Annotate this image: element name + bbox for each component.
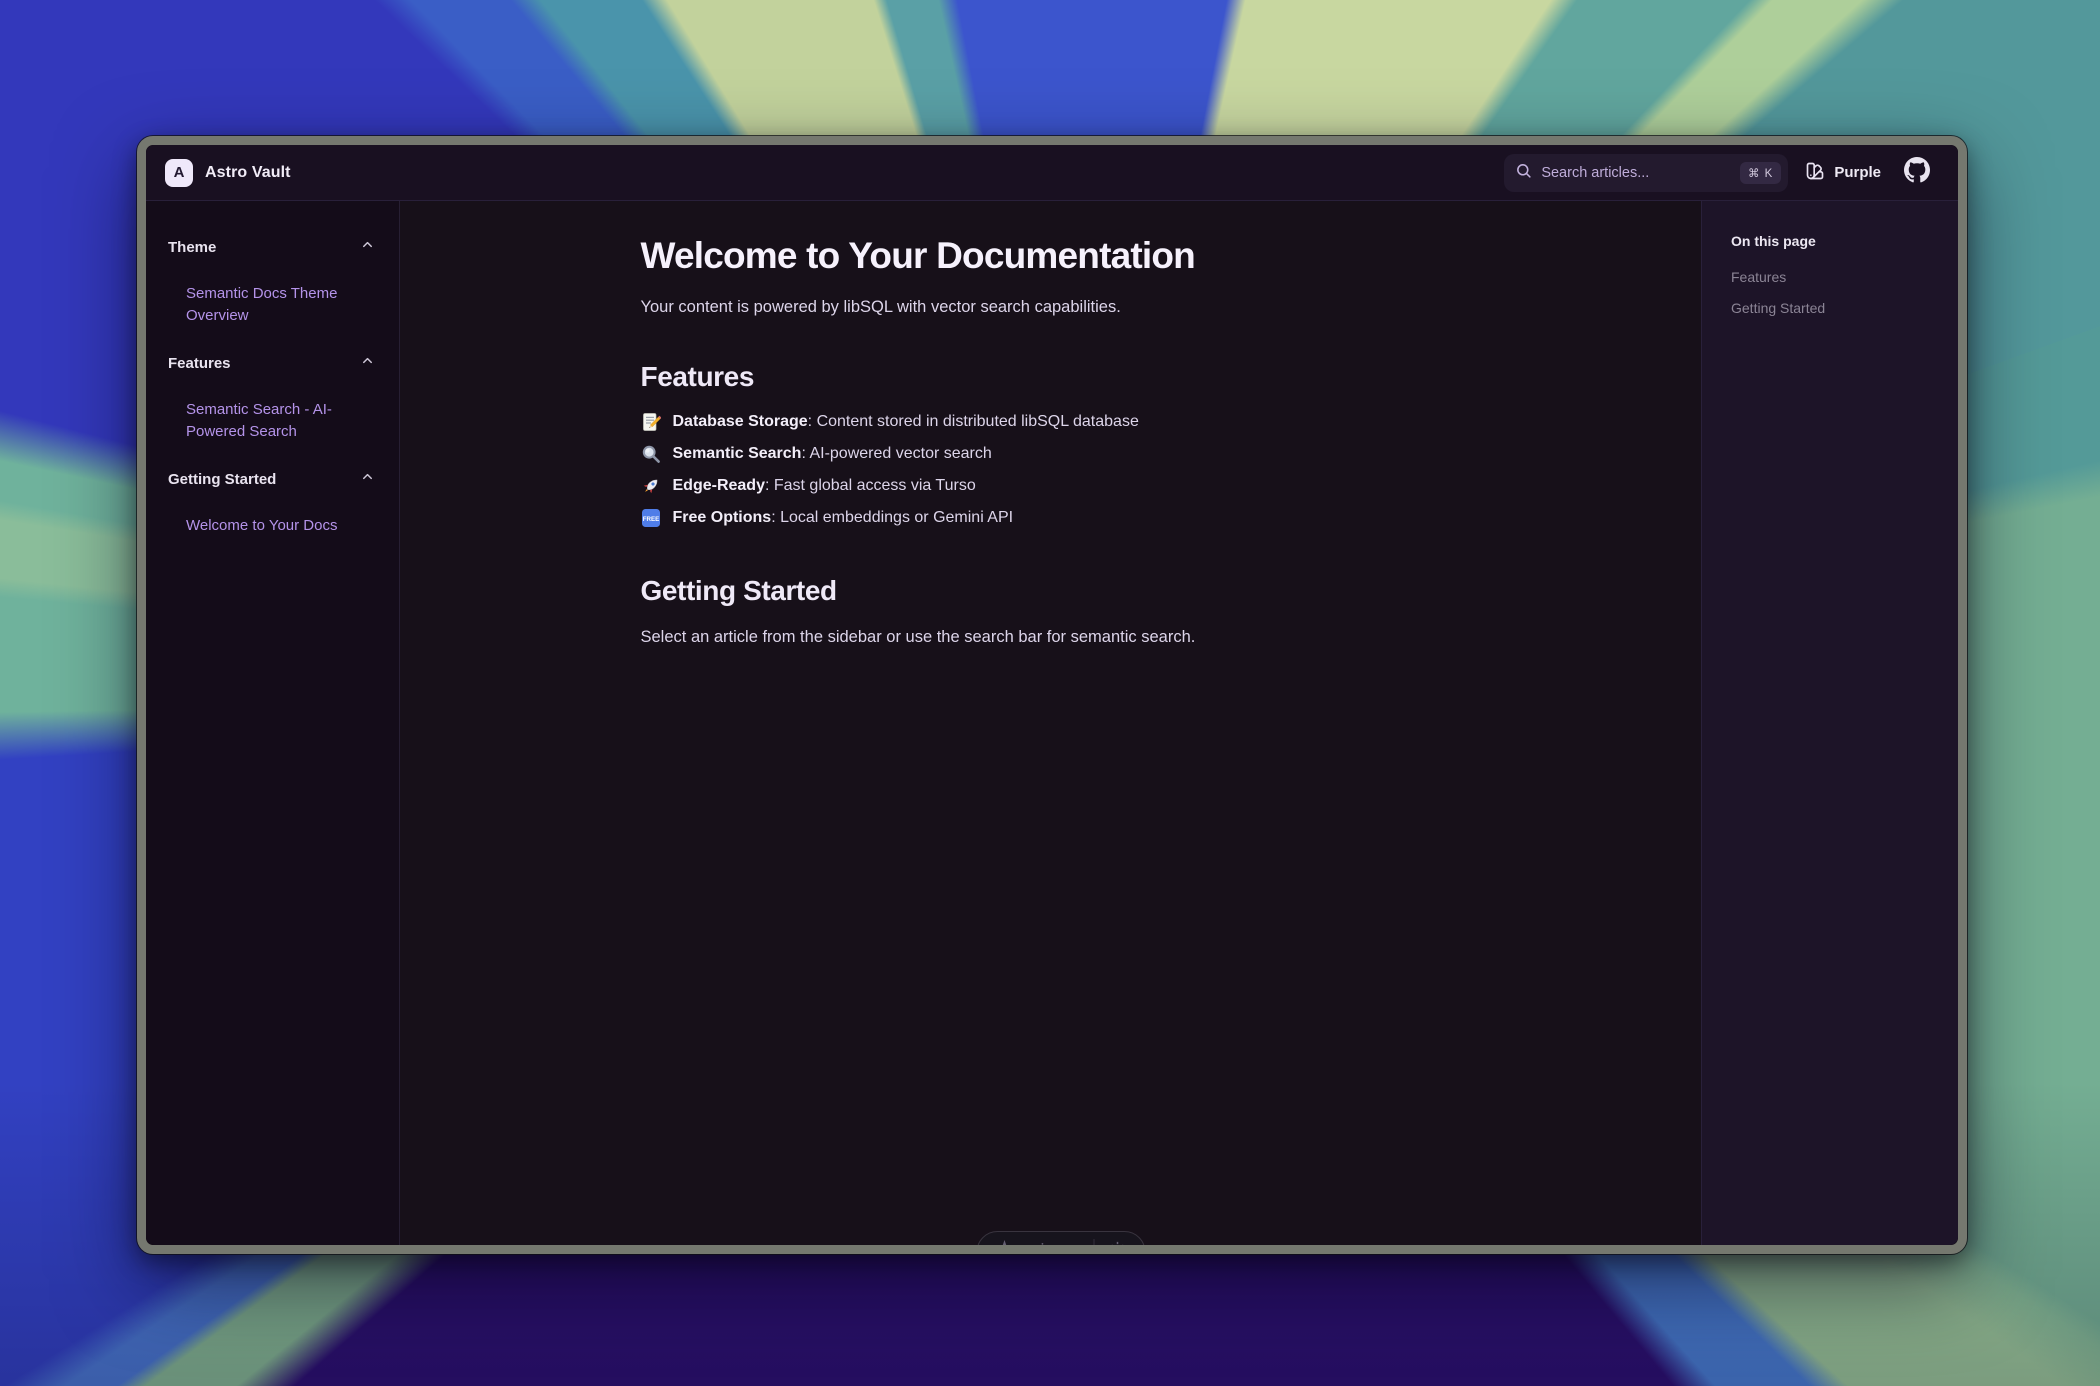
devbar-separator: [1094, 1239, 1095, 1245]
feature-text: Semantic Search: AI-powered vector searc…: [673, 445, 992, 463]
swatch-book-icon: [1805, 161, 1825, 185]
svg-text:FREE: FREE: [642, 516, 659, 523]
toc-link-getting-started[interactable]: Getting Started: [1731, 298, 1958, 318]
toc-link-features[interactable]: Features: [1731, 267, 1958, 287]
memo-icon: [641, 412, 661, 432]
feature-item: Database Storage: Content stored in dist…: [641, 406, 1461, 438]
audit-icon[interactable]: [1061, 1239, 1081, 1245]
page-lead: Your content is powered by libSQL with v…: [641, 294, 1461, 320]
search-shortcut-badge: ⌘ K: [1740, 162, 1781, 184]
on-this-page-links: Features Getting Started: [1731, 267, 1958, 318]
search-icon: [1515, 162, 1532, 184]
left-sidebar: Theme Semantic Docs Theme Overview Feature…: [146, 201, 400, 1245]
brand[interactable]: A Astro Vault: [165, 159, 291, 187]
article-content: Welcome to Your Documentation Your conte…: [641, 201, 1461, 1245]
rocket-icon: [641, 476, 661, 496]
astro-dev-toolbar[interactable]: [977, 1231, 1146, 1245]
features-heading: Features: [641, 360, 1461, 394]
feature-text: Edge-Ready: Fast global access via Turso: [673, 477, 976, 495]
feature-name: Semantic Search: [673, 445, 802, 462]
sidebar-section-getting-started: Getting Started Welcome to Your Docs: [168, 469, 375, 537]
sidebar-section-header[interactable]: Theme: [168, 237, 375, 257]
sidebar-section-header[interactable]: Getting Started: [168, 469, 375, 489]
feature-item: Edge-Ready: Fast global access via Turso: [641, 470, 1461, 502]
sidebar-link[interactable]: Semantic Search - AI-Powered Search: [186, 399, 356, 443]
app-window: A Astro Vault Search articles... ⌘ K: [137, 136, 1967, 1254]
feature-text: Free Options: Local embeddings or Gemini…: [673, 509, 1014, 527]
page-title: Welcome to Your Documentation: [641, 234, 1461, 278]
github-link[interactable]: [1904, 157, 1930, 188]
sidebar-section-label: Features: [168, 355, 231, 372]
main-panel: Welcome to Your Documentation Your conte…: [400, 201, 1701, 1245]
sidebar-section-features: Features Semantic Search - AI-Powered Sea…: [168, 353, 375, 443]
feature-text: Database Storage: Content stored in dist…: [673, 413, 1139, 431]
search-input[interactable]: Search articles... ⌘ K: [1504, 154, 1788, 192]
app-window-content: A Astro Vault Search articles... ⌘ K: [146, 145, 1958, 1245]
getting-started-text: Select an article from the sidebar or us…: [641, 624, 1461, 650]
app-title: Astro Vault: [205, 164, 291, 182]
search-placeholder: Search articles...: [1541, 165, 1731, 181]
on-this-page-title: On this page: [1731, 231, 1958, 251]
github-icon: [1904, 157, 1930, 188]
theme-select-label: Purple: [1834, 164, 1881, 181]
astro-logo-icon[interactable]: [995, 1239, 1015, 1245]
app-body: Theme Semantic Docs Theme Overview Feature…: [146, 201, 1958, 1245]
chevron-up-icon: [360, 353, 375, 373]
free-icon: FREE: [641, 508, 661, 528]
theme-select-button[interactable]: Purple: [1805, 161, 1881, 185]
sidebar-section-theme: Theme Semantic Docs Theme Overview: [168, 237, 375, 327]
feature-item: Semantic Search: AI-powered vector searc…: [641, 438, 1461, 470]
on-this-page-panel: On this page Features Getting Started: [1701, 201, 1958, 1245]
sidebar-link[interactable]: Welcome to Your Docs: [186, 515, 356, 537]
sidebar-section-header[interactable]: Features: [168, 353, 375, 373]
magnifier-icon: [641, 444, 661, 464]
app-logo-letter: A: [174, 164, 185, 181]
chevron-up-icon: [360, 237, 375, 257]
feature-name: Free Options: [673, 509, 772, 526]
chevron-up-icon: [360, 469, 375, 489]
app-logo: A: [165, 159, 193, 187]
feature-name: Edge-Ready: [673, 477, 765, 494]
top-header: A Astro Vault Search articles... ⌘ K: [146, 145, 1958, 201]
feature-name: Database Storage: [673, 413, 808, 430]
sidebar-section-label: Theme: [168, 239, 216, 256]
settings-gear-icon[interactable]: [1108, 1239, 1128, 1245]
inspect-icon[interactable]: [1028, 1239, 1048, 1245]
features-list: Database Storage: Content stored in dist…: [641, 406, 1461, 534]
feature-item: FREE Free Options: Local embeddings or Ge…: [641, 502, 1461, 534]
getting-started-heading: Getting Started: [641, 574, 1461, 608]
sidebar-link[interactable]: Semantic Docs Theme Overview: [186, 283, 356, 327]
sidebar-section-label: Getting Started: [168, 471, 276, 488]
